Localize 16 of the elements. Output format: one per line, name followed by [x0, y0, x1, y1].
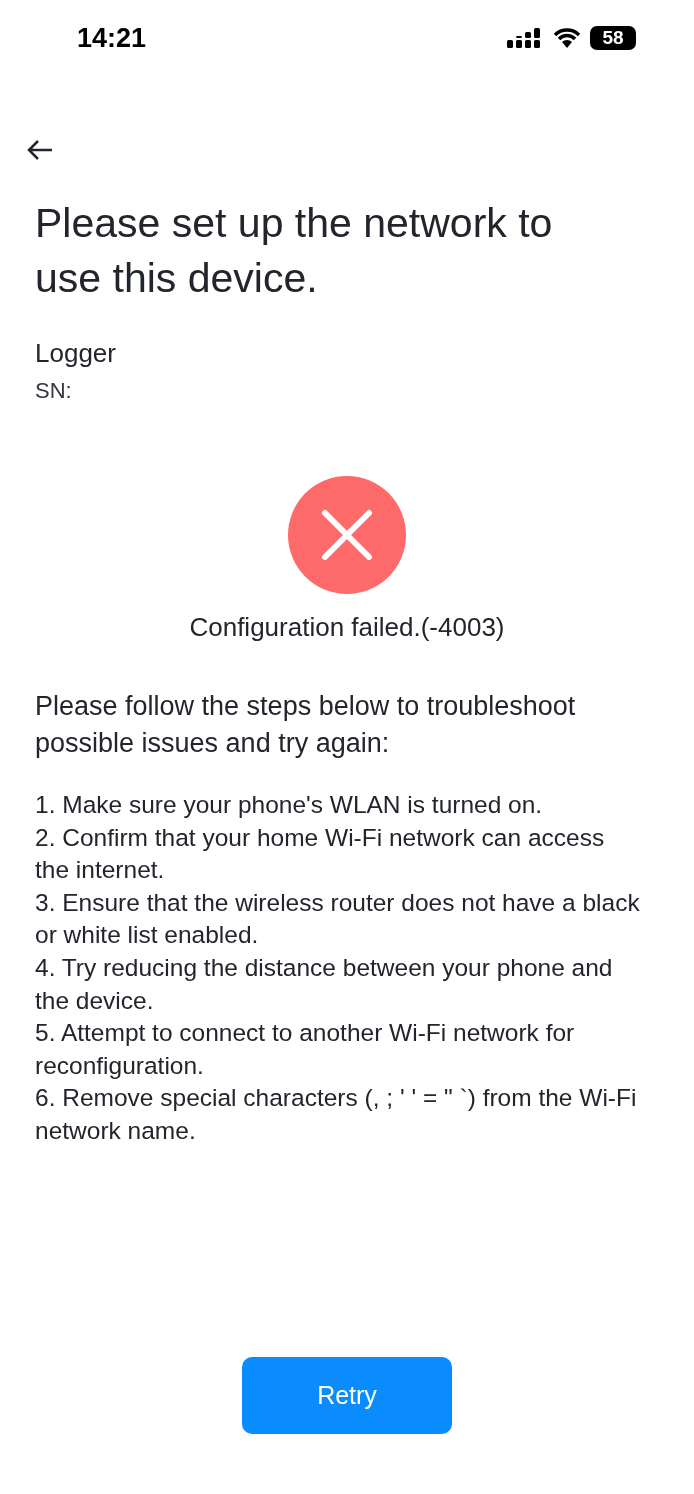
status-message: Configuration failed.(-4003)	[189, 611, 505, 644]
battery-indicator: 58	[590, 26, 636, 50]
troubleshooting-step: 6. Remove special characters (, ; ' ' = " `) from the Wi-Fi network name.	[35, 1082, 644, 1148]
troubleshooting-step: 1. Make sure your phone's WLAN is turned on.	[35, 789, 644, 822]
wifi-icon	[552, 27, 582, 49]
troubleshooting-step: 2. Confirm that your home Wi-Fi network can access the internet.	[35, 821, 644, 887]
instructions-text: Please follow the steps below to troubleshoot possible issues and try again:	[35, 690, 577, 760]
status-time: 14:21	[77, 22, 147, 54]
page-title: Please set up the network to use this device.	[35, 199, 554, 303]
device-name: Logger	[35, 337, 117, 370]
serial-label: SN:	[35, 377, 73, 405]
troubleshooting-step: 5. Attempt to connect to another Wi-Fi network for reconfiguration.	[35, 1017, 644, 1083]
back-arrow-icon	[26, 139, 54, 161]
troubleshooting-step: 3. Ensure that the wireless router does not have a black or white list enabled.	[35, 886, 644, 952]
retry-button[interactable]: Retry	[242, 1357, 452, 1434]
troubleshooting-step: 4. Try reducing the distance between your phone and the device.	[35, 951, 644, 1018]
